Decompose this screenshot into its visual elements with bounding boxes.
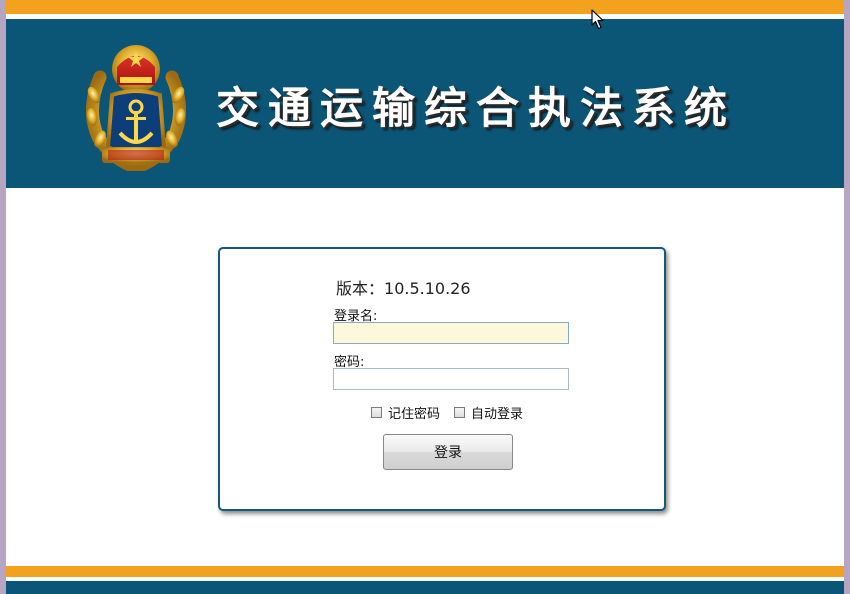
remember-password-label: 记住密码 <box>388 407 441 422</box>
login-button[interactable]: 登录 <box>383 434 513 470</box>
mouse-pointer-icon <box>591 9 604 30</box>
username-input[interactable] <box>333 322 569 344</box>
auto-login-checkbox[interactable] <box>454 407 466 418</box>
remember-password-option[interactable]: 记住密码 <box>371 403 440 422</box>
login-panel: 版本：10.5.10.26 登录名: 密码: 记住密码 自动登录 登录 <box>218 247 666 511</box>
top-stripe <box>6 0 844 14</box>
app-title: 交通运输综合执法系统 <box>216 84 736 134</box>
bottom-stripe <box>6 566 844 577</box>
auto-login-option[interactable]: 自动登录 <box>454 403 523 422</box>
version-label: 版本： <box>336 279 385 298</box>
login-options: 记住密码 自动登录 <box>371 403 537 422</box>
footer-bar <box>6 581 844 594</box>
law-enforcement-emblem-icon <box>86 45 186 171</box>
app-window: 交通运输综合执法系统 版本：10.5.10.26 登录名: 密码: 记住密码 自… <box>6 0 844 594</box>
version-number: 10.5.10.26 <box>384 279 471 298</box>
password-input[interactable] <box>333 368 569 390</box>
remember-password-checkbox[interactable] <box>371 407 382 418</box>
version-info: 版本：10.5.10.26 <box>336 275 471 299</box>
header-banner: 交通运输综合执法系统 <box>6 19 844 188</box>
auto-login-label: 自动登录 <box>471 407 524 422</box>
